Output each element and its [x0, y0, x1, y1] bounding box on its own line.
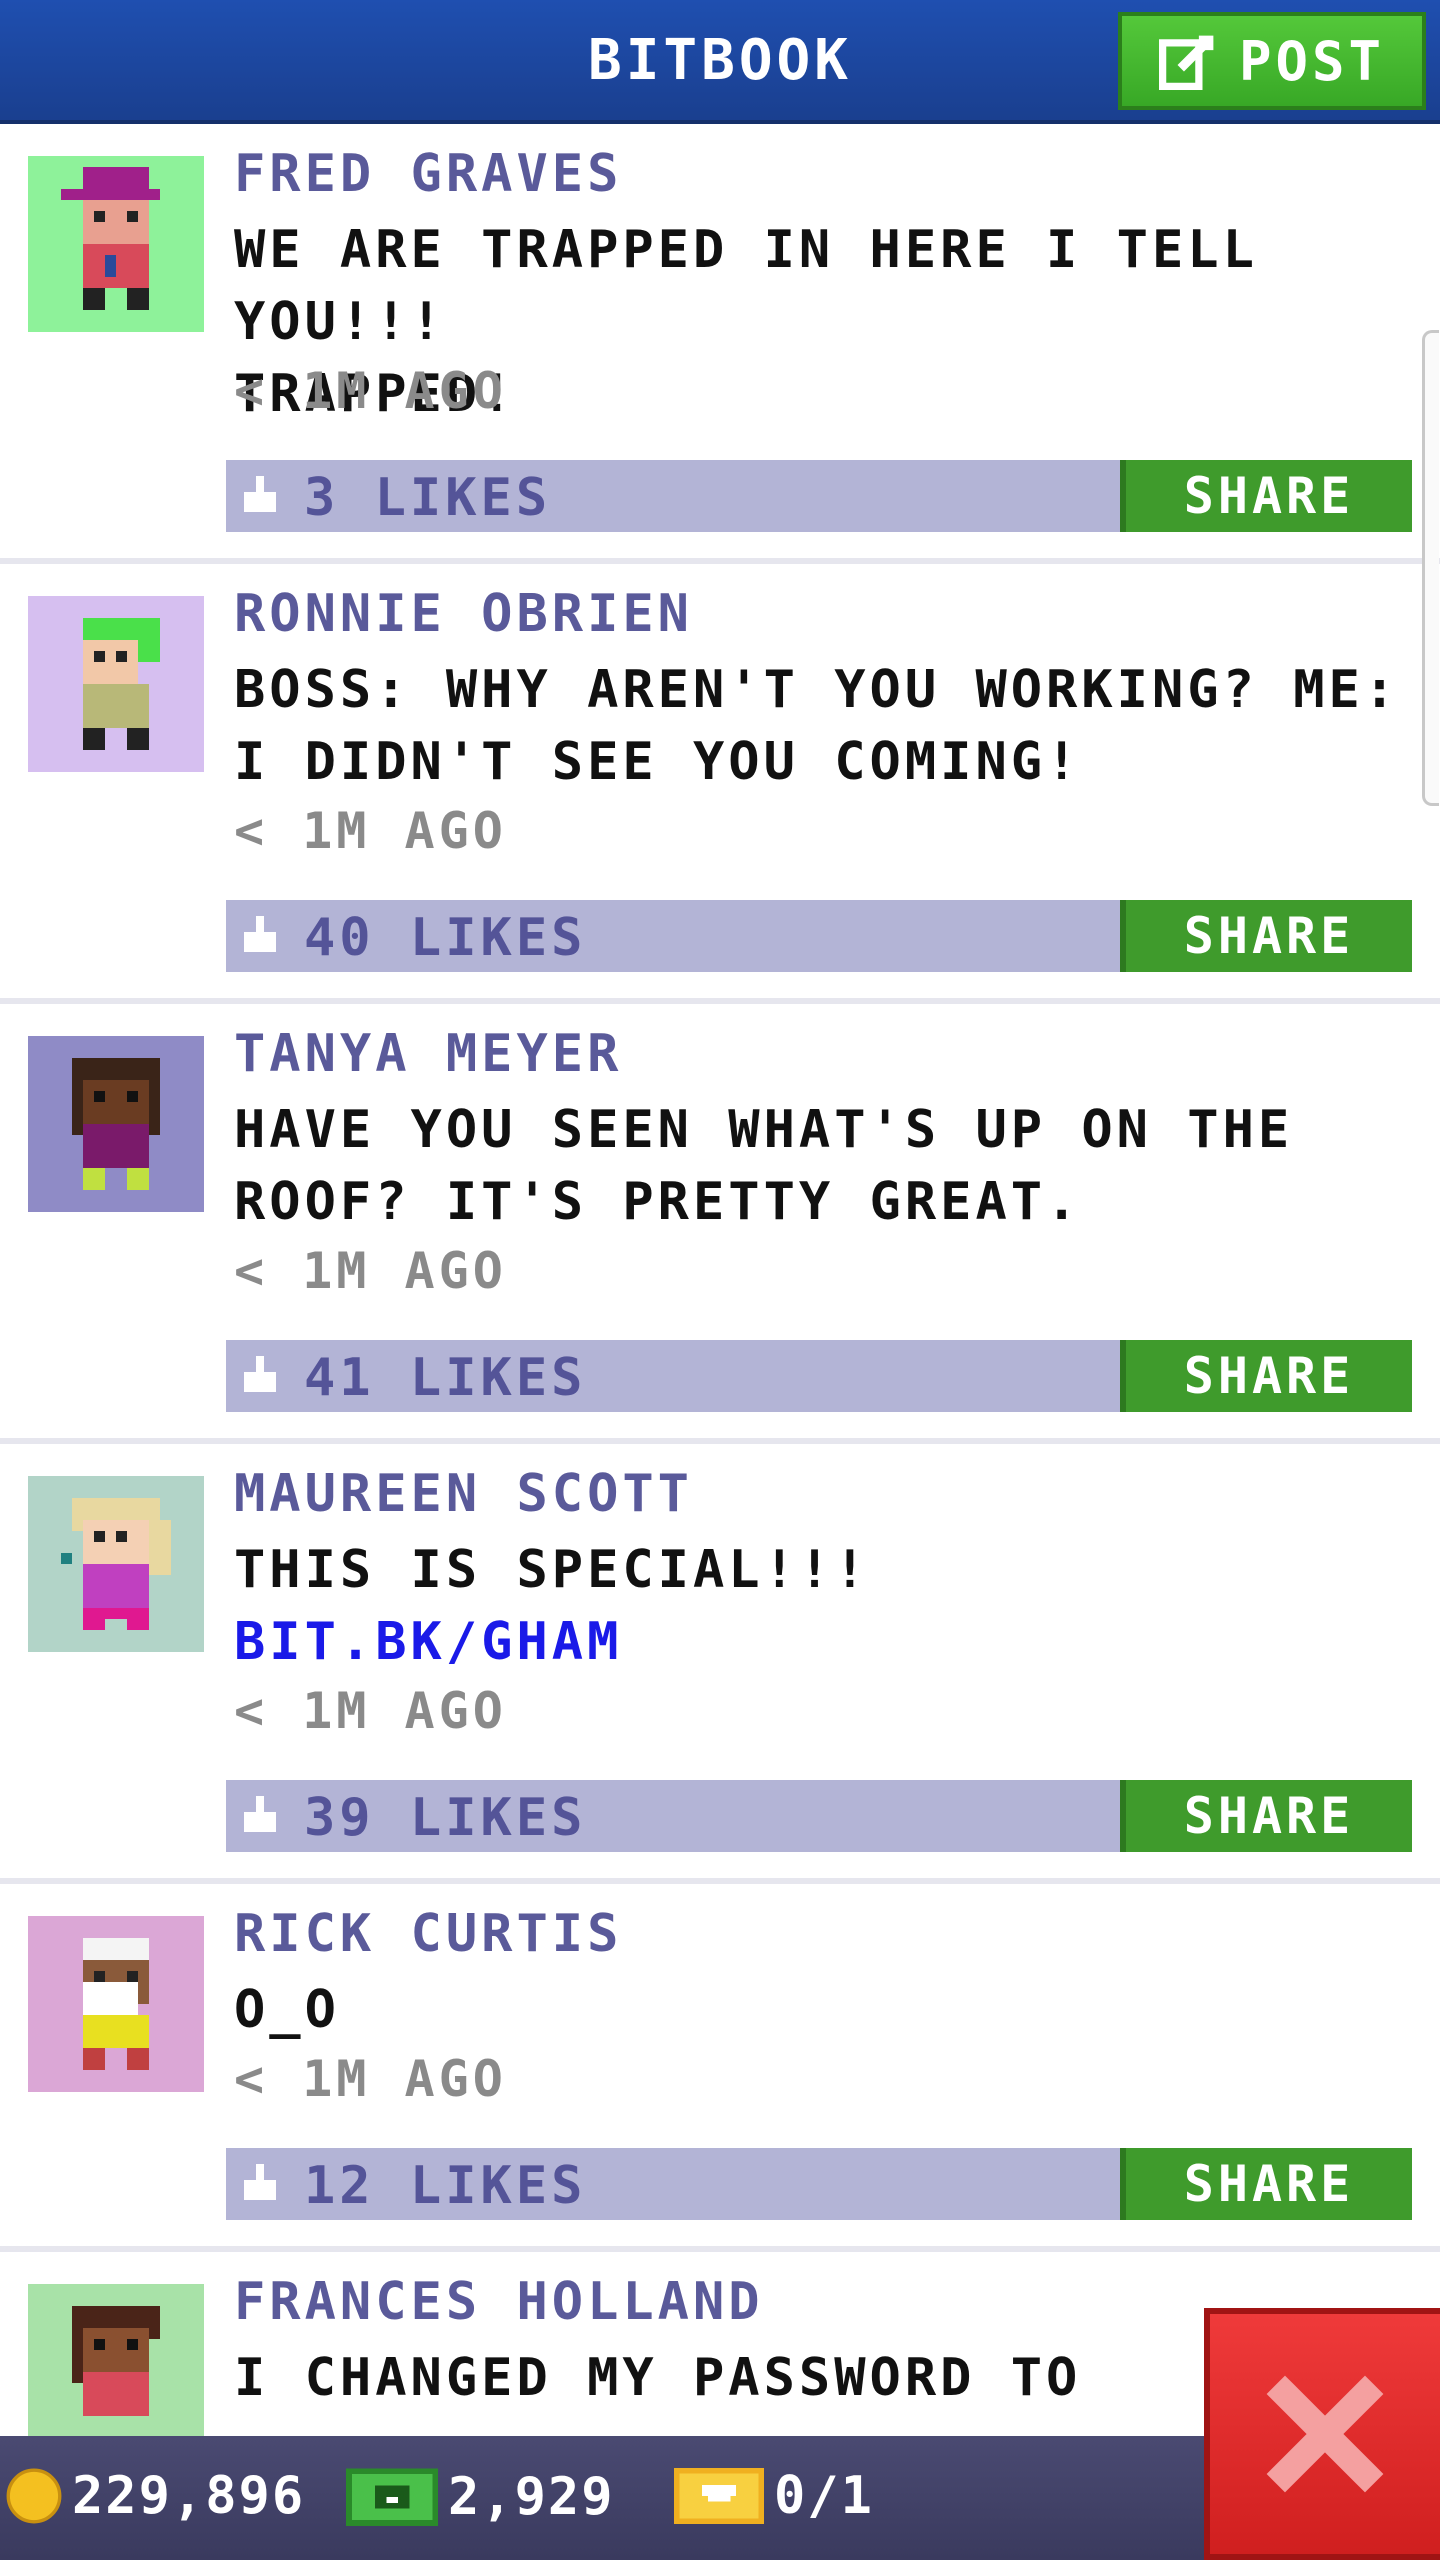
coins-value: 229,896: [72, 2466, 306, 2526]
likes-count: 41 LIKES: [304, 1348, 587, 1408]
close-icon: [1266, 2375, 1384, 2493]
top-bar: BITBOOK POST: [0, 0, 1440, 124]
post-author[interactable]: FRED GRAVES: [234, 144, 622, 204]
post-button[interactable]: POST: [1118, 12, 1426, 110]
post-timestamp: < 1M AGO: [234, 362, 507, 420]
scroll-indicator[interactable]: [1422, 330, 1439, 806]
post-link[interactable]: BIT.BK/GHAM: [234, 1606, 1414, 1678]
post-author[interactable]: RICK CURTIS: [234, 1904, 622, 1964]
message-line: WE ARE TRAPPED IN HERE I TELL YOU!!!: [234, 220, 1258, 352]
feed-post: RICK CURTIS O_O < 1M AGO 12 LIKES SHARE: [0, 1884, 1440, 2252]
post-message: HAVE YOU SEEN WHAT'S UP ON THE ROOF? IT'…: [234, 1094, 1414, 1238]
like-bar[interactable]: 39 LIKES SHARE: [226, 1780, 1412, 1852]
coins-stat: 229,896: [6, 2466, 305, 2526]
thumbs-up-icon: [244, 1796, 276, 1832]
post-author[interactable]: TANYA MEYER: [234, 1024, 622, 1084]
coin-icon: [6, 2468, 62, 2524]
share-button[interactable]: SHARE: [1120, 900, 1412, 972]
post-timestamp: < 1M AGO: [234, 802, 507, 860]
bux-stat: 2,929: [346, 2466, 615, 2528]
bux-icon: [346, 2468, 438, 2526]
ticket-icon: [674, 2467, 764, 2525]
avatar: [28, 596, 204, 772]
thumbs-up-icon: [244, 916, 276, 952]
close-button[interactable]: [1204, 2308, 1440, 2560]
post-timestamp: < 1M AGO: [234, 1682, 507, 1740]
share-button[interactable]: SHARE: [1120, 2148, 1412, 2220]
like-bar[interactable]: 40 LIKES SHARE: [226, 900, 1412, 972]
thumbs-up-icon: [244, 1356, 276, 1392]
share-button[interactable]: SHARE: [1120, 460, 1412, 532]
avatar: [28, 1476, 204, 1652]
avatar: [28, 156, 204, 332]
share-button[interactable]: SHARE: [1120, 1780, 1412, 1852]
tickets-value: 0/1: [774, 2466, 874, 2526]
message-line: I DIDN'T SEE YOU COMING!: [234, 732, 1082, 792]
feed-post: TANYA MEYER HAVE YOU SEEN WHAT'S UP ON T…: [0, 1004, 1440, 1444]
message-line: ROOF? IT'S PRETTY GREAT.: [234, 1172, 1082, 1232]
avatar: [28, 2284, 204, 2460]
feed-post: FRED GRAVES WE ARE TRAPPED IN HERE I TEL…: [0, 124, 1440, 564]
post-button-label: POST: [1238, 29, 1386, 93]
compose-icon: [1158, 35, 1214, 90]
likes-count: 39 LIKES: [304, 1788, 587, 1848]
post-timestamp: < 1M AGO: [234, 2050, 507, 2108]
message-line: HAVE YOU SEEN WHAT'S UP ON THE: [234, 1100, 1294, 1160]
share-button[interactable]: SHARE: [1120, 1340, 1412, 1412]
likes-count: 3 LIKES: [304, 468, 552, 528]
message-line: THIS IS SPECIAL!!!: [234, 1540, 870, 1600]
like-bar[interactable]: 41 LIKES SHARE: [226, 1340, 1412, 1412]
thumbs-up-icon: [244, 476, 276, 512]
post-message: BOSS: WHY AREN'T YOU WORKING? ME: I DIDN…: [234, 654, 1414, 798]
bux-value: 2,929: [448, 2467, 615, 2527]
like-bar[interactable]: 3 LIKES SHARE: [226, 460, 1412, 532]
feed-post: MAUREEN SCOTT THIS IS SPECIAL!!! BIT.BK/…: [0, 1444, 1440, 1884]
likes-count: 12 LIKES: [304, 2156, 587, 2216]
post-message: O_O: [234, 1974, 1414, 2046]
post-author[interactable]: FRANCES HOLLAND: [234, 2272, 764, 2332]
post-author[interactable]: RONNIE OBRIEN: [234, 584, 693, 644]
post-message: THIS IS SPECIAL!!! BIT.BK/GHAM: [234, 1534, 1414, 1678]
thumbs-up-icon: [244, 2164, 276, 2200]
like-bar[interactable]: 12 LIKES SHARE: [226, 2148, 1412, 2220]
likes-count: 40 LIKES: [304, 908, 587, 968]
tickets-stat: 0/1: [674, 2466, 874, 2526]
avatar: [28, 1036, 204, 1212]
post-author[interactable]: MAUREEN SCOTT: [234, 1464, 693, 1524]
message-line: BOSS: WHY AREN'T YOU WORKING? ME:: [234, 660, 1400, 720]
post-timestamp: < 1M AGO: [234, 1242, 507, 1300]
avatar: [28, 1916, 204, 2092]
feed-post: RONNIE OBRIEN BOSS: WHY AREN'T YOU WORKI…: [0, 564, 1440, 1004]
message-line: O_O: [234, 1980, 340, 2040]
